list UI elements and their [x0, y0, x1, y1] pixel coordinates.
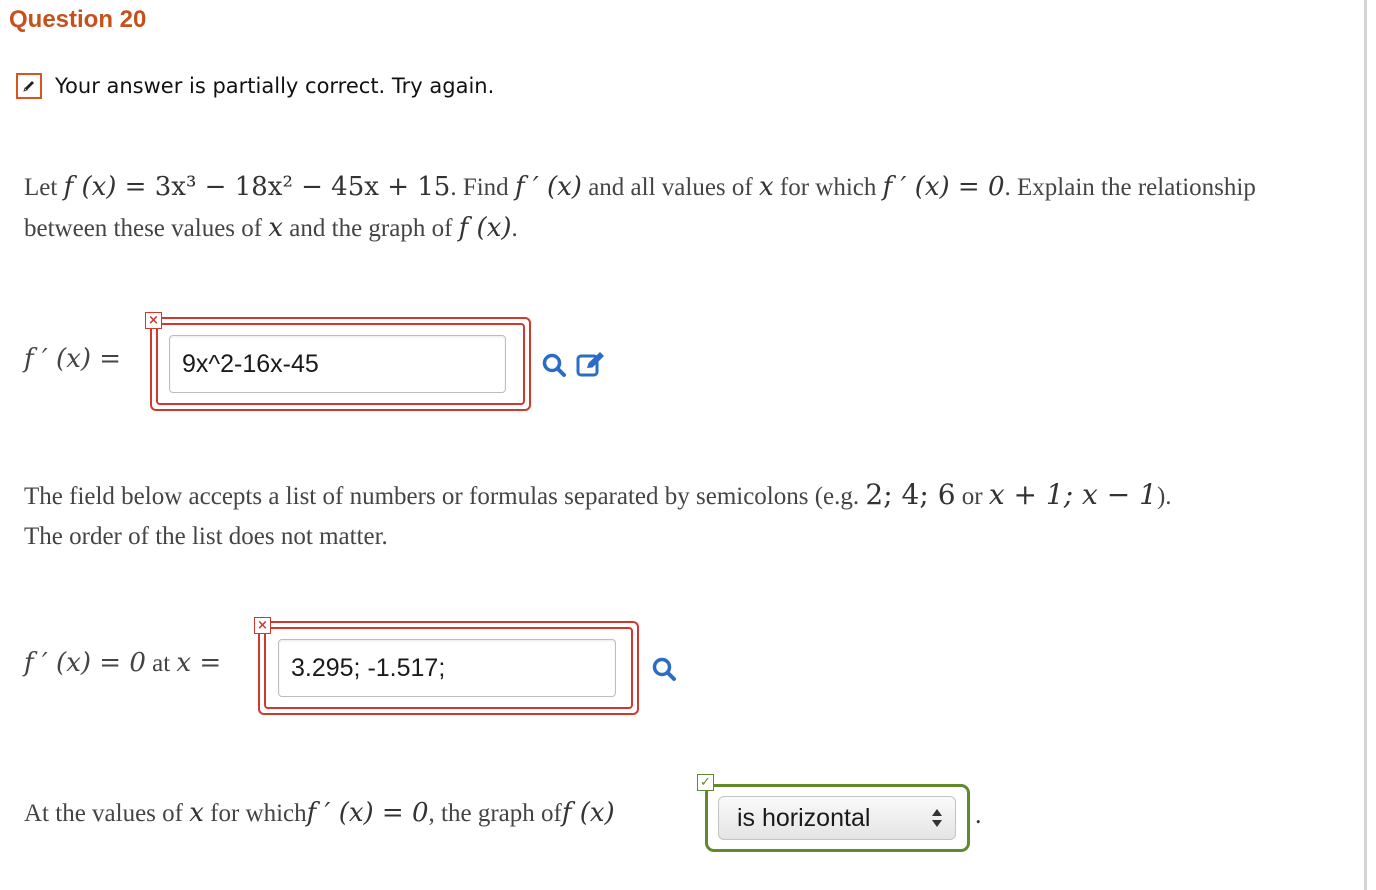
math-x: x [268, 213, 284, 243]
problem-text: and the graph of [283, 215, 453, 242]
math-polynomial: 3x³ − 18x² − 45x + 15 [154, 172, 451, 202]
sentence-period: . [975, 800, 982, 829]
select-arrows-icon [932, 809, 942, 827]
math-x: x [189, 798, 204, 828]
math-x: x [758, 172, 774, 202]
problem-text: . [511, 215, 518, 242]
fprime-label: f ′ (x) = [24, 344, 122, 374]
magnifier-icon[interactable] [541, 352, 567, 383]
example-list: 2; 4; 6 [865, 478, 956, 511]
edit-icon[interactable] [576, 350, 606, 383]
problem-text: Let [24, 174, 58, 201]
select-value: is horizontal [737, 804, 871, 832]
status-text: Your answer is partially correct. Try ag… [55, 74, 495, 98]
question-title: Question 20 [9, 6, 147, 33]
sentence-text: , the graph of [428, 800, 562, 827]
graph-behavior-select[interactable]: is horizontal [718, 796, 956, 840]
instruction-text: The field below accepts a list of number… [24, 483, 866, 510]
magnifier-icon[interactable] [651, 656, 677, 687]
instruction-text: or [955, 483, 989, 510]
page-right-border [1364, 0, 1367, 890]
pencil-icon [16, 73, 42, 99]
math-f-of-x: f (x) [561, 798, 615, 828]
critical-points-input[interactable] [278, 639, 616, 697]
sentence-text: for which [203, 800, 307, 827]
correct-mark: ✓ [697, 774, 714, 791]
math-f-of-x: f (x) [63, 172, 117, 202]
problem-statement: Let f (x) = 3x³ − 18x² − 45x + 15. Find … [24, 167, 1324, 249]
math-equals: = [116, 172, 155, 202]
incorrect-mark: × [145, 312, 162, 329]
critical-points-label: f ′ (x) = 0 at x = [24, 648, 221, 678]
incorrect-mark: × [254, 617, 271, 634]
problem-text: . Find [450, 174, 509, 201]
status-message: Your answer is partially correct. Try ag… [16, 73, 494, 99]
instruction-text: The order of the list does not matter. [24, 523, 388, 550]
math-f-prime-zero: f ′ (x) = 0 [306, 798, 429, 828]
math-f-of-x: f (x) [458, 213, 512, 243]
problem-text: and all values of [581, 174, 759, 201]
label-text: at [145, 650, 177, 677]
graph-behavior-sentence: At the values of x for whichf ′ (x) = 0,… [24, 798, 615, 828]
math-f-prime-zero: f ′ (x) = 0 [882, 172, 1005, 202]
sentence-text: At the values of [24, 800, 190, 827]
math-f-prime: f ′ (x) [514, 172, 582, 202]
example-formulas: x + 1; x − 1 [988, 478, 1157, 511]
math-x-equals: x = [176, 648, 222, 678]
instruction-text: ). [1156, 483, 1172, 510]
math-f-prime-zero: f ′ (x) = 0 [24, 648, 146, 678]
problem-text: for which [773, 174, 877, 201]
list-instructions: The field below accepts a list of number… [24, 475, 1334, 557]
fprime-input[interactable] [169, 335, 506, 393]
